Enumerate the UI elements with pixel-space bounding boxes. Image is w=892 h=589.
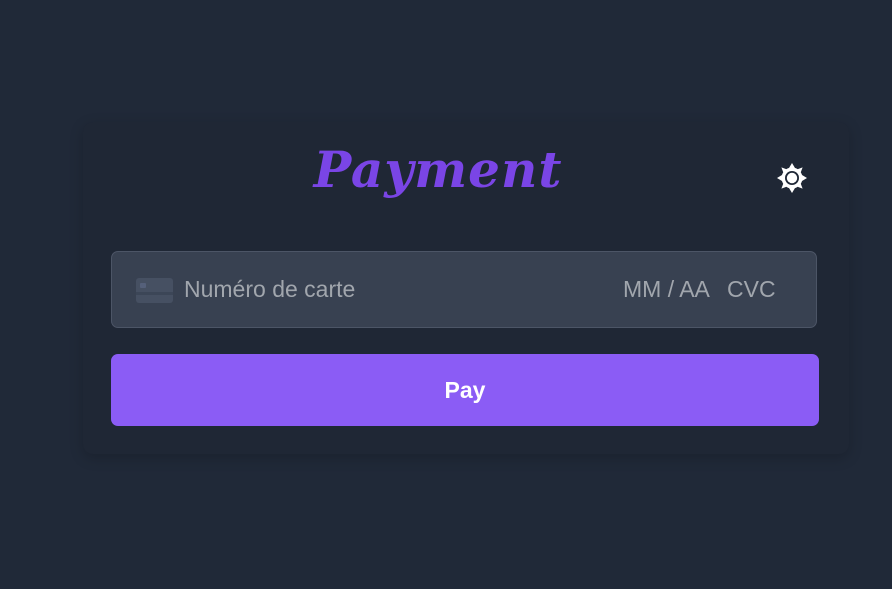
cvc-input[interactable]: CVC [727,252,776,327]
card-number-input[interactable]: Numéro de carte [184,252,355,327]
pay-button[interactable]: Pay [111,354,819,426]
expiry-date-input[interactable]: MM / AA [623,252,710,327]
payment-page: Payment Numéro de carte MM / AA CVC Pay [0,0,892,589]
credit-card-icon [136,278,173,303]
card-details-field[interactable]: Numéro de carte MM / AA CVC [111,251,817,328]
page-title: Payment [313,140,563,199]
theme-toggle-button[interactable] [774,160,810,196]
sun-icon [777,163,807,193]
